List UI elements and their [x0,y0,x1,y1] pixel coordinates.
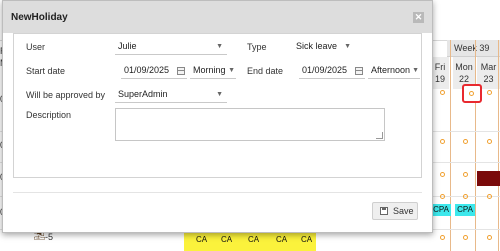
cell-dot-icon[interactable] [463,139,468,144]
cell-dot-icon[interactable] [440,90,445,95]
day-name: Fri [434,62,446,72]
chevron-down-icon: ▼ [216,91,223,98]
approver-label: Will be approved by [26,90,106,100]
ca-label: CA [276,235,288,244]
cell-dot-icon[interactable] [487,194,492,199]
cell-dot-icon[interactable] [463,235,468,240]
selected-cell[interactable] [462,84,482,103]
start-period-select[interactable]: Morning ▼ [190,63,236,79]
chevron-down-icon: ▼ [228,67,235,74]
cell-dot-icon[interactable] [440,172,445,177]
footer-divider [13,192,422,193]
ca-label: CA [301,235,313,244]
approver-select[interactable]: SuperAdmin ▼ [115,87,227,103]
ca-label: CA [196,235,208,244]
start-date-value: 01/09/2025 [124,65,170,75]
cell-dot-icon[interactable] [463,194,468,199]
cell-dot-icon[interactable] [440,139,445,144]
description-label: Description [26,110,72,120]
column-divider [498,40,499,251]
column-divider [475,40,476,251]
cell-dot-icon[interactable] [463,172,468,177]
end-period-select[interactable]: Afternoon ▼ [368,63,420,79]
column-divider [450,40,451,251]
cell-dot-icon [469,91,474,96]
close-icon[interactable]: ✕ [413,12,424,23]
day-header-fri[interactable]: Fri 19 [431,57,449,89]
user-value: Julie [118,41,137,51]
end-period-value: Afternoon [371,65,411,75]
holiday-form: User Julie ▼ Type Sick leave ▼ Start dat… [13,33,422,178]
new-holiday-dialog: NewHoliday ✕ User Julie ▼ Type Sick leav… [2,0,433,233]
cpa-cell[interactable]: CPA [431,204,451,216]
cell-dot-icon[interactable] [487,235,492,240]
day-name: Mon [455,62,473,72]
type-label: Type [247,42,267,52]
user-label: User [26,42,46,52]
save-label: Save [393,206,414,216]
ca-label: CA [248,235,260,244]
chevron-down-icon: ▼ [216,43,223,50]
day-number: 19 [434,74,445,84]
end-date-value: 01/09/2025 [302,65,348,75]
cell-dot-icon[interactable] [487,139,492,144]
end-date-label: End date [247,66,284,76]
week-header: Week 39 [447,40,500,57]
start-date-label: Start date [26,66,66,76]
user-select[interactable]: Julie ▼ [115,39,227,55]
cell-dot-icon[interactable] [487,90,492,95]
start-date-input[interactable]: 01/09/2025 [121,63,187,79]
type-select[interactable]: Sick leave ▼ [293,39,353,55]
ca-label: CA [221,235,233,244]
dialog-title: NewHoliday [11,12,68,23]
bottom-row-value: -5 [45,232,54,242]
dialog-titlebar[interactable]: NewHoliday ✕ [3,1,432,33]
description-textarea[interactable] [115,108,385,141]
calendar-icon[interactable] [177,67,185,75]
absence-block[interactable] [477,171,500,186]
calendar-icon[interactable] [355,67,363,75]
day-name: Mar [480,62,497,72]
chevron-down-icon: ▼ [412,67,419,74]
type-value: Sick leave [296,41,338,51]
day-number: 23 [483,74,494,84]
start-period-value: Morning [193,65,226,75]
approver-value: SuperAdmin [118,89,168,99]
cpa-cell[interactable]: CPA [455,204,475,216]
cell-dot-icon[interactable] [440,194,445,199]
week-label: Week 39 [454,43,490,53]
save-button[interactable]: Save [372,202,418,220]
floppy-disk-icon [380,207,388,215]
chevron-down-icon: ▼ [344,43,351,50]
end-date-input[interactable]: 01/09/2025 [299,63,365,79]
cell-dot-icon[interactable] [440,235,445,240]
